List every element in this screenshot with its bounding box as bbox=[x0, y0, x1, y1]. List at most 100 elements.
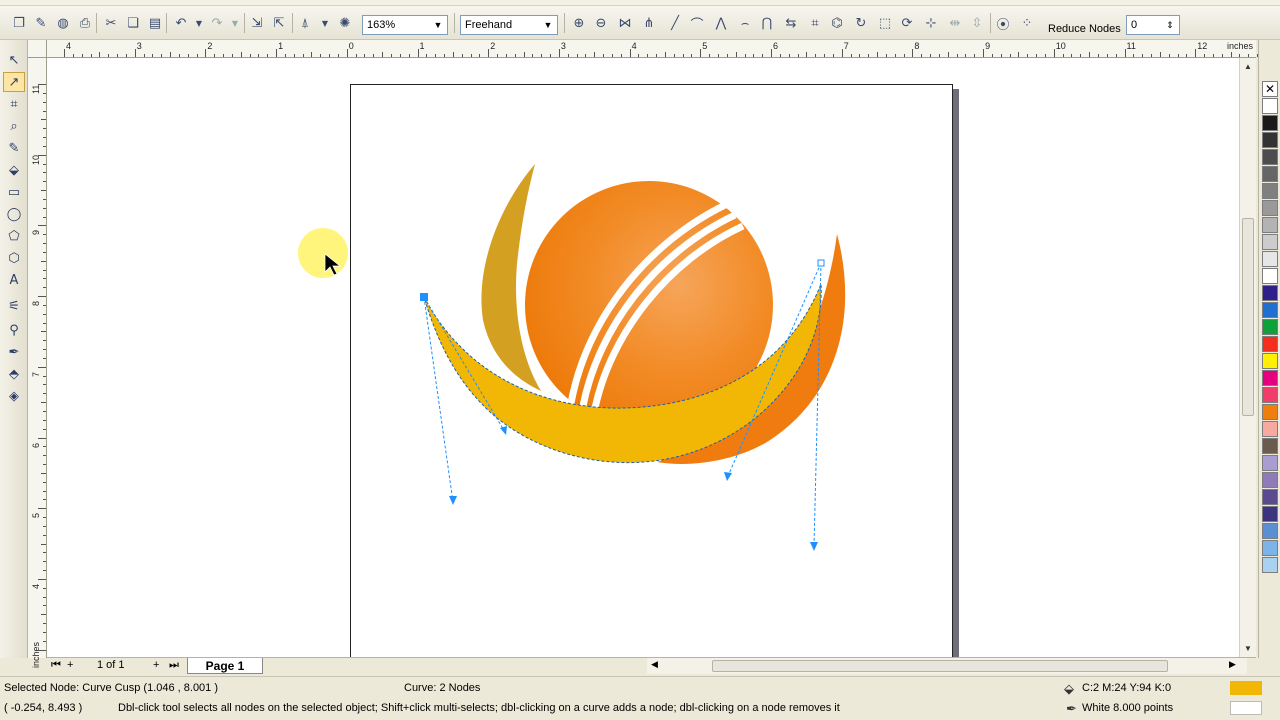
palette-swatch[interactable] bbox=[1262, 132, 1278, 148]
smooth-node-icon[interactable]: ⌢ bbox=[736, 14, 754, 32]
scroll-up-icon[interactable]: ▲ bbox=[1242, 60, 1254, 72]
import-icon[interactable]: ⇲ bbox=[248, 14, 266, 32]
redo-icon[interactable]: ↷ bbox=[208, 14, 226, 32]
spinner-icon[interactable]: ⇕ bbox=[1163, 18, 1177, 32]
scroll-right-icon[interactable]: ▶ bbox=[1229, 659, 1236, 670]
palette-swatch[interactable] bbox=[1262, 268, 1278, 284]
select-all-nodes-icon[interactable]: ⁘ bbox=[1018, 14, 1036, 32]
artwork[interactable] bbox=[47, 58, 1239, 658]
palette-swatch[interactable] bbox=[1262, 319, 1278, 335]
no-color-swatch[interactable]: ✕ bbox=[1262, 81, 1278, 97]
delete-node-icon[interactable]: ⊖ bbox=[592, 14, 610, 32]
elastic-mode-icon[interactable]: ⦿ bbox=[994, 14, 1012, 33]
palette-swatch[interactable] bbox=[1262, 353, 1278, 369]
fill-color-swatch[interactable] bbox=[1230, 681, 1262, 695]
rotate-nodes-icon[interactable]: ⟳ bbox=[898, 14, 916, 32]
convert-to-line-icon[interactable]: ╱ bbox=[666, 14, 684, 32]
chevron-down-icon[interactable]: ▼ bbox=[541, 18, 555, 32]
palette-swatch[interactable] bbox=[1262, 370, 1278, 386]
palette-swatch[interactable] bbox=[1262, 404, 1278, 420]
vertical-ruler[interactable]: 11 10 9 8 7 6 5 4 inches bbox=[28, 58, 47, 668]
extend-curve-icon[interactable]: ⌗ bbox=[806, 14, 824, 32]
basic-shapes-icon[interactable]: ⬡ bbox=[3, 248, 25, 268]
cusp-node-icon[interactable]: ⋀ bbox=[712, 14, 730, 32]
palette-swatch[interactable] bbox=[1262, 251, 1278, 267]
app-launcher-icon[interactable]: ⍋ bbox=[296, 14, 314, 32]
palette-swatch[interactable] bbox=[1262, 523, 1278, 539]
end-node[interactable] bbox=[817, 259, 825, 267]
freehand-tool-icon[interactable]: ✎ bbox=[3, 138, 25, 158]
interactive-blend-icon[interactable]: ⚟ bbox=[3, 296, 25, 316]
first-page-icon[interactable]: ⏮ bbox=[51, 659, 61, 672]
cut-icon[interactable]: ✂ bbox=[102, 14, 120, 32]
add-page-after-icon[interactable]: + bbox=[153, 659, 159, 671]
smart-fill-icon[interactable]: ⬙ bbox=[3, 160, 25, 180]
text-tool-icon[interactable]: A bbox=[3, 270, 25, 290]
page-tab[interactable]: Page 1 bbox=[187, 658, 263, 674]
curve-type-combo[interactable]: Freehand ▼ bbox=[460, 15, 558, 35]
scroll-left-icon[interactable]: ◀ bbox=[651, 659, 658, 670]
handle-arrow-3[interactable] bbox=[810, 542, 818, 551]
palette-swatch[interactable] bbox=[1262, 438, 1278, 454]
reduce-nodes-input[interactable]: 0 ⇕ bbox=[1126, 15, 1180, 35]
auto-close-icon[interactable]: ↻ bbox=[852, 14, 870, 32]
ellipse-tool-icon[interactable]: ◯ bbox=[3, 204, 25, 224]
copy-icon[interactable]: ❏ bbox=[124, 14, 142, 32]
paste-icon[interactable]: ▤ bbox=[146, 14, 164, 32]
vertical-scrollbar[interactable]: ▲ ▼ bbox=[1239, 58, 1256, 658]
app-launcher-dropdown-icon[interactable]: ▼ bbox=[316, 14, 334, 32]
palette-swatch[interactable] bbox=[1262, 115, 1278, 131]
palette-swatch[interactable] bbox=[1262, 149, 1278, 165]
handle-arrow-4[interactable] bbox=[724, 472, 732, 481]
palette-swatch[interactable] bbox=[1262, 183, 1278, 199]
crop-tool-icon[interactable]: ⌗ bbox=[3, 94, 25, 114]
shape-tool-icon[interactable]: ↗ bbox=[3, 72, 25, 92]
ruler-origin[interactable] bbox=[28, 40, 47, 58]
palette-swatch[interactable] bbox=[1262, 506, 1278, 522]
add-page-before-icon[interactable]: + bbox=[67, 659, 73, 671]
break-curve-icon[interactable]: ⋔ bbox=[640, 14, 658, 32]
symmetrical-node-icon[interactable]: ⋂ bbox=[758, 14, 776, 32]
drawing-canvas[interactable] bbox=[47, 58, 1239, 658]
palette-swatch[interactable] bbox=[1262, 336, 1278, 352]
extract-subpath-icon[interactable]: ⌬ bbox=[828, 14, 846, 32]
interactive-fill-icon[interactable]: ◈ bbox=[3, 386, 25, 406]
rectangle-tool-icon[interactable]: ▭ bbox=[3, 182, 25, 202]
reflect-horizontal-icon[interactable]: ⇹ bbox=[946, 14, 964, 32]
polygon-tool-icon[interactable]: ⬠ bbox=[3, 226, 25, 246]
selected-node[interactable] bbox=[420, 293, 428, 301]
scroll-down-icon[interactable]: ▼ bbox=[1242, 642, 1254, 654]
palette-swatch[interactable] bbox=[1262, 472, 1278, 488]
pick-tool-icon[interactable]: ↖ bbox=[3, 50, 25, 70]
outline-tool-icon[interactable]: ✒ bbox=[3, 342, 25, 362]
export-icon[interactable]: ⇱ bbox=[270, 14, 288, 32]
new-document-icon[interactable]: ❐ bbox=[10, 14, 28, 32]
outline-color-swatch[interactable] bbox=[1230, 701, 1262, 715]
palette-swatch[interactable] bbox=[1262, 540, 1278, 556]
join-nodes-icon[interactable]: ⋈ bbox=[616, 14, 634, 32]
open-icon[interactable]: ✎ bbox=[32, 14, 50, 32]
palette-swatch[interactable] bbox=[1262, 166, 1278, 182]
palette-swatch[interactable] bbox=[1262, 98, 1278, 114]
last-page-icon[interactable]: ⏭ bbox=[169, 659, 179, 672]
welcome-screen-icon[interactable]: ✺ bbox=[336, 14, 354, 32]
palette-swatch[interactable] bbox=[1262, 557, 1278, 573]
horizontal-scroll-thumb[interactable] bbox=[712, 660, 1168, 672]
undo-dropdown-icon[interactable]: ▼ bbox=[190, 14, 208, 32]
eyedropper-tool-icon[interactable]: ⚲ bbox=[3, 320, 25, 340]
stretch-nodes-icon[interactable]: ⬚ bbox=[876, 14, 894, 32]
palette-swatch[interactable] bbox=[1262, 217, 1278, 233]
fill-tool-icon[interactable]: ⬘ bbox=[3, 364, 25, 384]
chevron-down-icon[interactable]: ▼ bbox=[431, 18, 445, 32]
handle-arrow-2[interactable] bbox=[500, 426, 507, 435]
horizontal-scrollbar[interactable]: ◀ ▶ bbox=[647, 658, 1247, 674]
vertical-scroll-thumb[interactable] bbox=[1242, 218, 1254, 416]
palette-swatch[interactable] bbox=[1262, 302, 1278, 318]
palette-swatch[interactable] bbox=[1262, 285, 1278, 301]
print-icon[interactable]: ⎙ bbox=[76, 14, 94, 32]
undo-icon[interactable]: ↶ bbox=[172, 14, 190, 32]
convert-to-curve-icon[interactable]: ⌒ bbox=[688, 14, 706, 33]
redo-dropdown-icon[interactable]: ▼ bbox=[226, 14, 244, 32]
reflect-vertical-icon[interactable]: ⇳ bbox=[968, 14, 986, 32]
palette-swatch[interactable] bbox=[1262, 200, 1278, 216]
